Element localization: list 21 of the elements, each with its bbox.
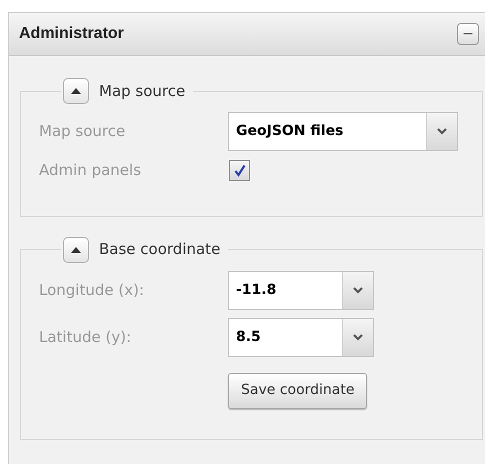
- chevron-down-icon: [437, 128, 447, 135]
- section-title: Base coordinate: [99, 239, 222, 260]
- field-label: Latitude (y):: [39, 326, 132, 348]
- dropdown[interactable]: GeoJSON files: [228, 112, 458, 151]
- dropdown[interactable]: 8.5: [228, 318, 374, 356]
- panel-title: Administrator: [19, 24, 124, 44]
- chevron-down-icon: [353, 286, 363, 294]
- field-label: Longitude (x):: [39, 280, 146, 301]
- triangle-up-icon: [71, 246, 81, 252]
- dropdown[interactable]: -11.8: [228, 270, 374, 310]
- chevron-down-icon: [353, 334, 363, 340]
- collapse-button[interactable]: −: [457, 23, 479, 45]
- field-label: Admin panels: [39, 160, 142, 181]
- field-label: Map source: [39, 121, 126, 142]
- toggle-button[interactable]: [63, 236, 89, 262]
- section-title: Map source: [99, 80, 186, 102]
- save-button[interactable]: Save coordinate: [228, 372, 368, 408]
- toggle-button[interactable]: [63, 78, 89, 104]
- checkbox[interactable]: [229, 160, 250, 181]
- checkmark-icon: [234, 164, 246, 177]
- triangle-up-icon: [71, 88, 81, 94]
